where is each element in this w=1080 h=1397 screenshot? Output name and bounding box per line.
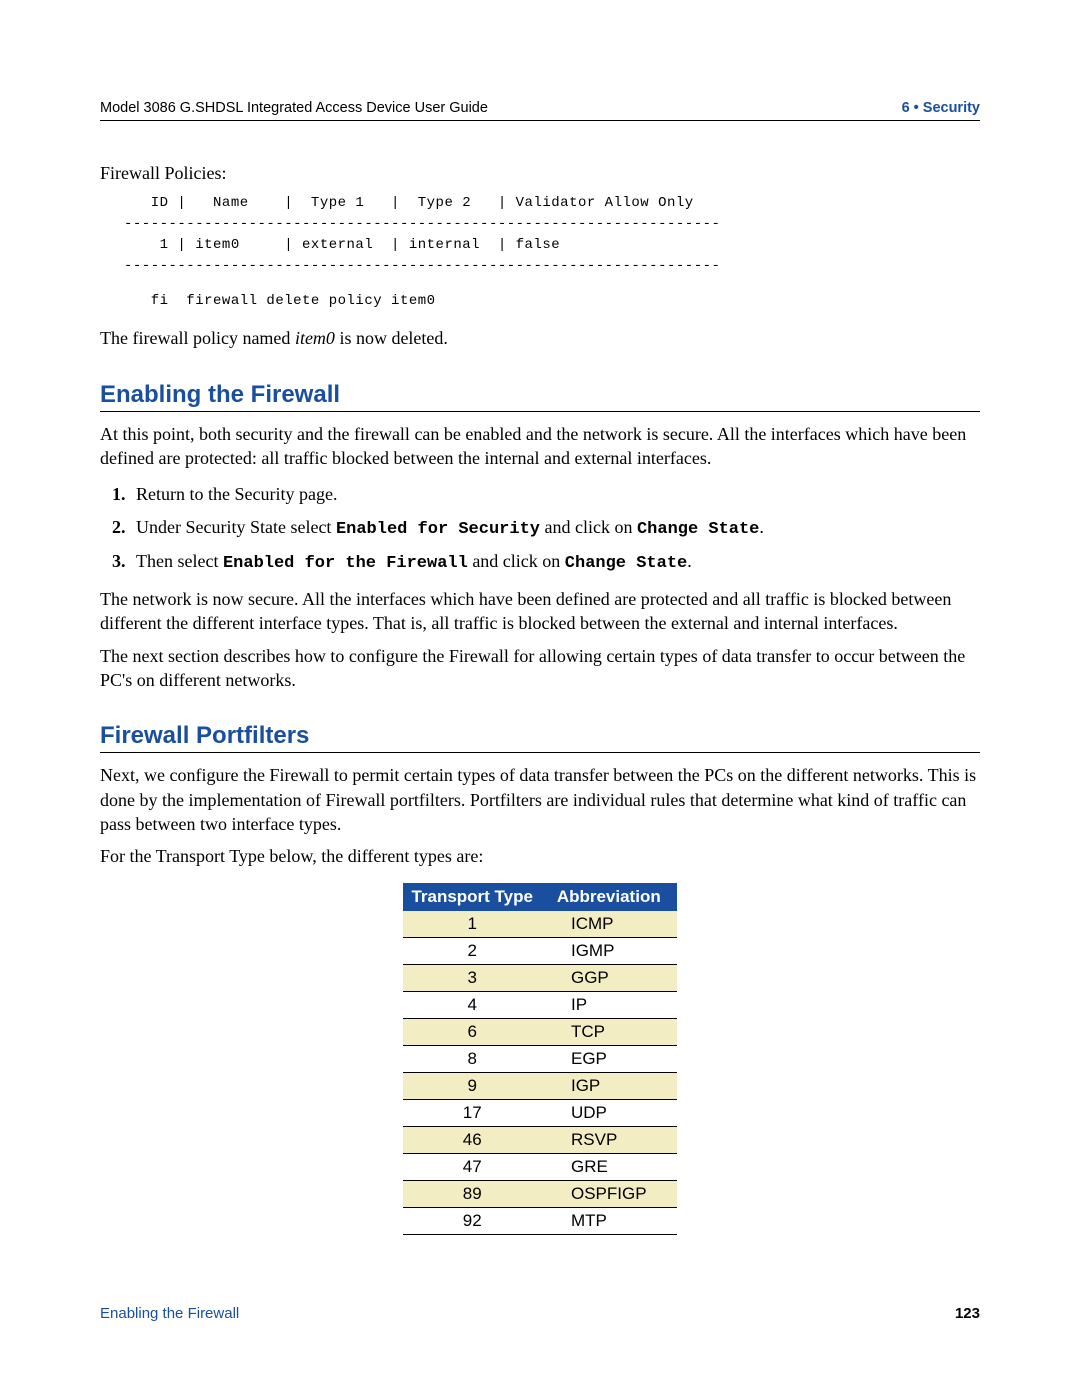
transport-table-wrap: Transport Type Abbreviation 1ICMP 2IGMP … (100, 883, 980, 1235)
cell-abbr: TCP (541, 1018, 677, 1045)
table-row: 17UDP (403, 1099, 676, 1126)
firewall-policies-label: Firewall Policies: (100, 161, 980, 185)
table-row: 92MTP (403, 1207, 676, 1234)
table-row: 8EGP (403, 1045, 676, 1072)
cell-num: 17 (403, 1099, 541, 1126)
cell-num: 2 (403, 937, 541, 964)
cell-abbr: ICMP (541, 911, 677, 938)
document-page: Model 3086 G.SHDSL Integrated Access Dev… (0, 0, 1080, 1382)
transport-type-table: Transport Type Abbreviation 1ICMP 2IGMP … (403, 883, 676, 1235)
step-3: Then select Enabled for the Firewall and… (130, 551, 980, 573)
steps-list: Return to the Security page. Under Secur… (100, 484, 980, 573)
cell-num: 1 (403, 911, 541, 938)
step2-code2: Change State (637, 520, 759, 539)
policy-table-preformatted: ID | Name | Type 1 | Type 2 | Validator … (124, 193, 980, 277)
step-1: Return to the Security page. (130, 484, 980, 505)
footer-section-name: Enabling the Firewall (100, 1305, 239, 1322)
deleted-sentence: The firewall policy named item0 is now d… (100, 326, 980, 350)
table-row: 2IGMP (403, 937, 676, 964)
table-row: 3GGP (403, 964, 676, 991)
deleted-item-name: item0 (295, 328, 335, 348)
cell-abbr: IGP (541, 1072, 677, 1099)
cell-num: 3 (403, 964, 541, 991)
section2-para1: Next, we configure the Firewall to permi… (100, 763, 980, 836)
cell-num: 9 (403, 1072, 541, 1099)
step2-mid: and click on (540, 517, 637, 537)
cell-abbr: IP (541, 991, 677, 1018)
delete-command: fi firewall delete policy item0 (124, 291, 980, 312)
cell-abbr: UDP (541, 1099, 677, 1126)
table-row: 89OSPFIGP (403, 1180, 676, 1207)
step-2: Under Security State select Enabled for … (130, 517, 980, 539)
section1-para1: At this point, both security and the fir… (100, 422, 980, 471)
step3-post: . (687, 551, 692, 571)
section2-para2: For the Transport Type below, the differ… (100, 844, 980, 868)
table-row: 46RSVP (403, 1126, 676, 1153)
table-header-row: Transport Type Abbreviation (403, 883, 676, 911)
step2-pre: Under Security State select (136, 517, 336, 537)
cell-abbr: RSVP (541, 1126, 677, 1153)
step3-pre: Then select (136, 551, 223, 571)
cell-abbr: GRE (541, 1153, 677, 1180)
deleted-sentence-pre: The firewall policy named (100, 328, 295, 348)
table-row: 4IP (403, 991, 676, 1018)
step3-mid: and click on (468, 551, 565, 571)
step1-text: Return to the Security page. (136, 484, 337, 504)
header-chapter: 6 • Security (902, 100, 980, 116)
cell-num: 4 (403, 991, 541, 1018)
section-heading-enabling-firewall: Enabling the Firewall (100, 381, 980, 412)
table-row: 9IGP (403, 1072, 676, 1099)
footer-page-number: 123 (955, 1305, 980, 1322)
section-heading-portfilters: Firewall Portfilters (100, 722, 980, 753)
step3-code1: Enabled for the Firewall (223, 554, 468, 573)
cell-num: 92 (403, 1207, 541, 1234)
step2-code1: Enabled for Security (336, 520, 540, 539)
table-row: 1ICMP (403, 911, 676, 938)
col-header-transport-type: Transport Type (403, 883, 541, 911)
cell-abbr: IGMP (541, 937, 677, 964)
col-header-abbreviation: Abbreviation (541, 883, 677, 911)
header-title: Model 3086 G.SHDSL Integrated Access Dev… (100, 100, 488, 116)
table-row: 6TCP (403, 1018, 676, 1045)
cell-num: 6 (403, 1018, 541, 1045)
cell-num: 8 (403, 1045, 541, 1072)
cell-num: 47 (403, 1153, 541, 1180)
cell-abbr: EGP (541, 1045, 677, 1072)
section1-para2: The network is now secure. All the inter… (100, 587, 980, 636)
page-header: Model 3086 G.SHDSL Integrated Access Dev… (100, 100, 980, 121)
cell-num: 89 (403, 1180, 541, 1207)
deleted-sentence-post: is now deleted. (335, 328, 448, 348)
cell-num: 46 (403, 1126, 541, 1153)
page-footer: Enabling the Firewall 123 (100, 1305, 980, 1322)
cell-abbr: OSPFIGP (541, 1180, 677, 1207)
cell-abbr: MTP (541, 1207, 677, 1234)
table-row: 47GRE (403, 1153, 676, 1180)
section1-para3: The next section describes how to config… (100, 644, 980, 693)
step2-post: . (759, 517, 764, 537)
cell-abbr: GGP (541, 964, 677, 991)
step3-code2: Change State (565, 554, 687, 573)
